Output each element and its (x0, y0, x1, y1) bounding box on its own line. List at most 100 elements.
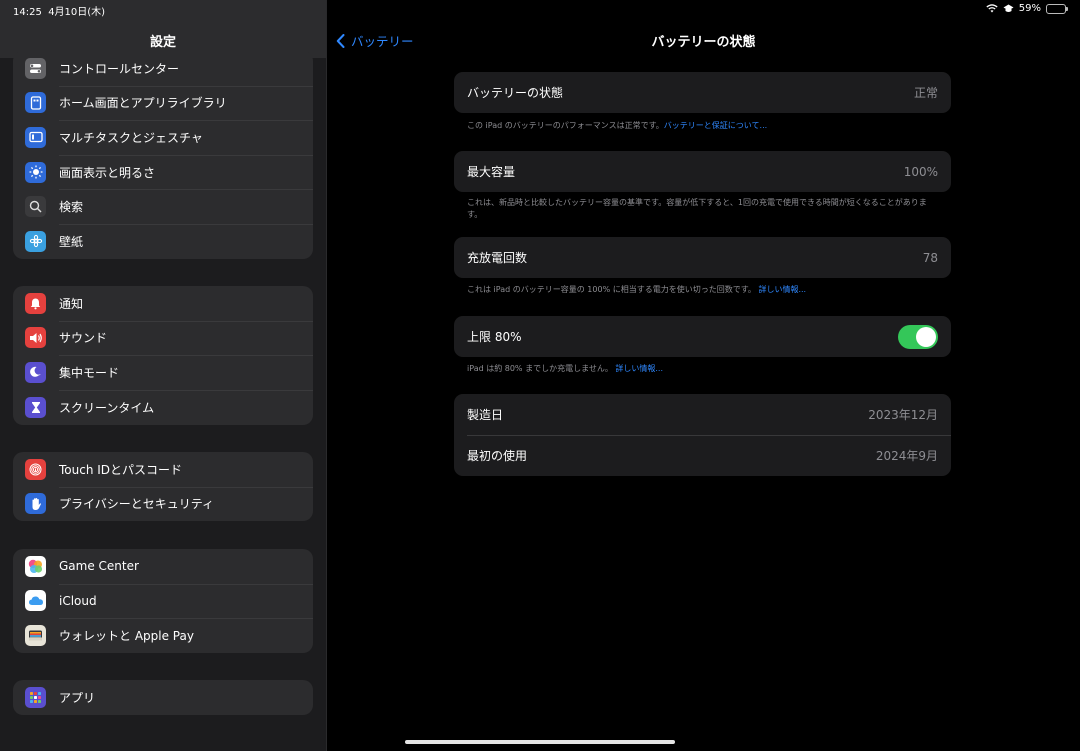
sidebar-item-label: Game Center (59, 559, 139, 574)
battery-health-row: バッテリーの状態 正常 (454, 72, 951, 113)
sidebar-item-game-center[interactable]: Game Center (13, 549, 313, 584)
screen-time-icon (25, 396, 46, 418)
cycle-count-footnote: これは iPad のバッテリー容量の 100% に相当する電力を使い切った回数で… (467, 284, 937, 296)
notifications-icon (25, 292, 46, 314)
sidebar-item-label: 画面表示と明るさ (59, 165, 156, 180)
sidebar-group-services: Game Center iCloud ウォレットと Apple Pay (13, 549, 313, 653)
sidebar-item-screen-time[interactable]: スクリーンタイム (13, 389, 313, 425)
cycle-count-learn-more-link[interactable]: 詳しい情報... (758, 285, 806, 294)
home-indicator[interactable] (405, 740, 675, 744)
home-screen-icon (25, 92, 46, 114)
sidebar-item-label: コントロールセンター (59, 61, 180, 76)
sidebar-item-notifications[interactable]: 通知 (13, 286, 313, 321)
brightness-icon (25, 161, 46, 183)
settings-sidebar: 設定 コントロールセンター ホーム画面とアプリライブラリ マルチタスクとジェスチ… (0, 0, 326, 751)
apps-icon (25, 686, 46, 708)
sidebar-item-label: マルチタスクとジェスチャ (59, 130, 203, 145)
sidebar-item-display[interactable]: 画面表示と明るさ (13, 154, 313, 190)
sidebar-item-label: サウンド (59, 331, 108, 346)
sidebar-item-search[interactable]: 検索 (13, 189, 313, 224)
wallet-icon (25, 624, 46, 646)
sidebar-item-label: スクリーンタイム (59, 400, 155, 415)
toggle-knob (916, 326, 936, 347)
manufacture-date-label: 製造日 (467, 408, 504, 422)
max-capacity-label: 最大容量 (467, 165, 516, 179)
sidebar-group-apps: アプリ (13, 680, 313, 715)
sidebar-item-label: アプリ (59, 690, 96, 705)
cycle-count-footnote-text: これは iPad のバッテリー容量の 100% に相当する電力を使い切った回数で… (467, 285, 756, 294)
sidebar-group-notifications: 通知 サウンド 集中モード スクリーンタイム (13, 286, 313, 425)
sidebar-group-display: コントロールセンター ホーム画面とアプリライブラリ マルチタスクとジェスチャ 画… (13, 51, 313, 259)
sidebar-item-label: 通知 (59, 296, 84, 311)
battery-health-label: バッテリーの状態 (467, 86, 564, 100)
battery-percent: 59% (1018, 3, 1041, 14)
max-capacity-row: 最大容量 100% (454, 151, 951, 192)
sidebar-item-label: プライバシーとセキュリティ (59, 497, 215, 512)
sidebar-group-security: Touch IDとパスコード プライバシーとセキュリティ (13, 452, 313, 521)
sidebar-item-label: ホーム画面とアプリライブラリ (59, 96, 227, 111)
sidebar-item-wallet[interactable]: ウォレットと Apple Pay (13, 618, 313, 653)
battery-warranty-link[interactable]: バッテリーと保証について... (664, 121, 767, 130)
charge-limit-footnote-text: iPad は約 80% までしか充電しません。 (467, 364, 613, 373)
cycle-count-label: 充放電回数 (467, 251, 528, 265)
privacy-hand-icon (25, 493, 46, 515)
sidebar-item-icloud[interactable]: iCloud (13, 583, 313, 619)
charge-limit-footnote: iPad は約 80% までしか充電しません。 詳しい情報... (467, 363, 937, 375)
sidebar-item-label: 検索 (59, 200, 84, 215)
battery-info-card: 製造日 2023年12月 最初の使用 2024年9月 (454, 394, 951, 476)
sidebar-item-multitasking[interactable]: マルチタスクとジェスチャ (13, 120, 313, 155)
first-use-label: 最初の使用 (467, 449, 528, 463)
battery-icon (1046, 3, 1068, 14)
game-center-icon (25, 555, 46, 577)
first-use-value: 2024年9月 (875, 449, 938, 463)
status-time: 14:25 4月10日(木) (13, 3, 105, 18)
touch-id-icon (25, 458, 46, 480)
focus-icon (25, 361, 46, 383)
battery-health-footnote-text: この iPad のバッテリーのパフォーマンスは正常です。 (467, 121, 664, 130)
charge-limit-learn-more-link[interactable]: 詳しい情報... (615, 364, 663, 373)
sidebar-item-label: Touch IDとパスコード (59, 462, 183, 477)
battery-health-value: 正常 (913, 86, 938, 100)
sidebar-item-label: 集中モード (59, 365, 120, 380)
charge-limit-row: 上限 80% (454, 316, 951, 357)
sidebar-item-focus[interactable]: 集中モード (13, 355, 313, 390)
status-indicators: 59% (986, 3, 1068, 14)
satellite-icon (1003, 4, 1014, 13)
status-date: 4月10日(木) (48, 7, 106, 18)
battery-health-footnote: この iPad のバッテリーのパフォーマンスは正常です。バッテリーと保証について… (467, 120, 937, 132)
sidebar-item-label: ウォレットと Apple Pay (59, 628, 194, 643)
max-capacity-footnote: これは、新品時と比較したバッテリー容量の基準です。容量が低下すると、1回の充電で… (467, 198, 927, 219)
sidebar-item-sound[interactable]: サウンド (13, 320, 313, 356)
sidebar-item-control-center[interactable]: コントロールセンター (13, 51, 313, 86)
sound-icon (25, 327, 46, 349)
control-center-icon (25, 57, 46, 79)
cycle-count-card: 充放電回数 78 (454, 237, 951, 278)
sidebar-item-touch-id[interactable]: Touch IDとパスコード (13, 452, 313, 487)
cycle-count-value: 78 (922, 250, 938, 265)
charge-limit-label: 上限 80% (467, 330, 522, 344)
status-clock: 14:25 (13, 7, 42, 18)
cycle-count-row: 充放電回数 78 (454, 237, 951, 278)
charge-limit-card: 上限 80% (454, 316, 951, 357)
sidebar-item-privacy[interactable]: プライバシーとセキュリティ (13, 486, 313, 521)
wifi-icon (986, 4, 998, 13)
max-capacity-value: 100% (903, 164, 938, 179)
charge-limit-toggle[interactable] (898, 324, 938, 349)
first-use-row: 最初の使用 2024年9月 (454, 435, 951, 476)
sidebar-item-wallpaper[interactable]: 壁紙 (13, 223, 313, 259)
wallpaper-icon (25, 230, 46, 252)
sidebar-title: 設定 (149, 35, 176, 50)
manufacture-date-row: 製造日 2023年12月 (454, 394, 951, 435)
battery-health-card: バッテリーの状態 正常 (454, 72, 951, 113)
page-title: バッテリーの状態 (651, 35, 756, 50)
split-divider (326, 0, 327, 751)
sidebar-item-home-screen[interactable]: ホーム画面とアプリライブラリ (13, 85, 313, 121)
icloud-icon (25, 590, 46, 612)
search-icon (25, 196, 46, 218)
sidebar-item-label: 壁紙 (59, 234, 84, 249)
multitasking-icon (25, 126, 46, 148)
max-capacity-card: 最大容量 100% (454, 151, 951, 192)
manufacture-date-value: 2023年12月 (868, 408, 938, 422)
sidebar-item-label: iCloud (59, 593, 97, 608)
sidebar-item-apps[interactable]: アプリ (13, 680, 313, 715)
